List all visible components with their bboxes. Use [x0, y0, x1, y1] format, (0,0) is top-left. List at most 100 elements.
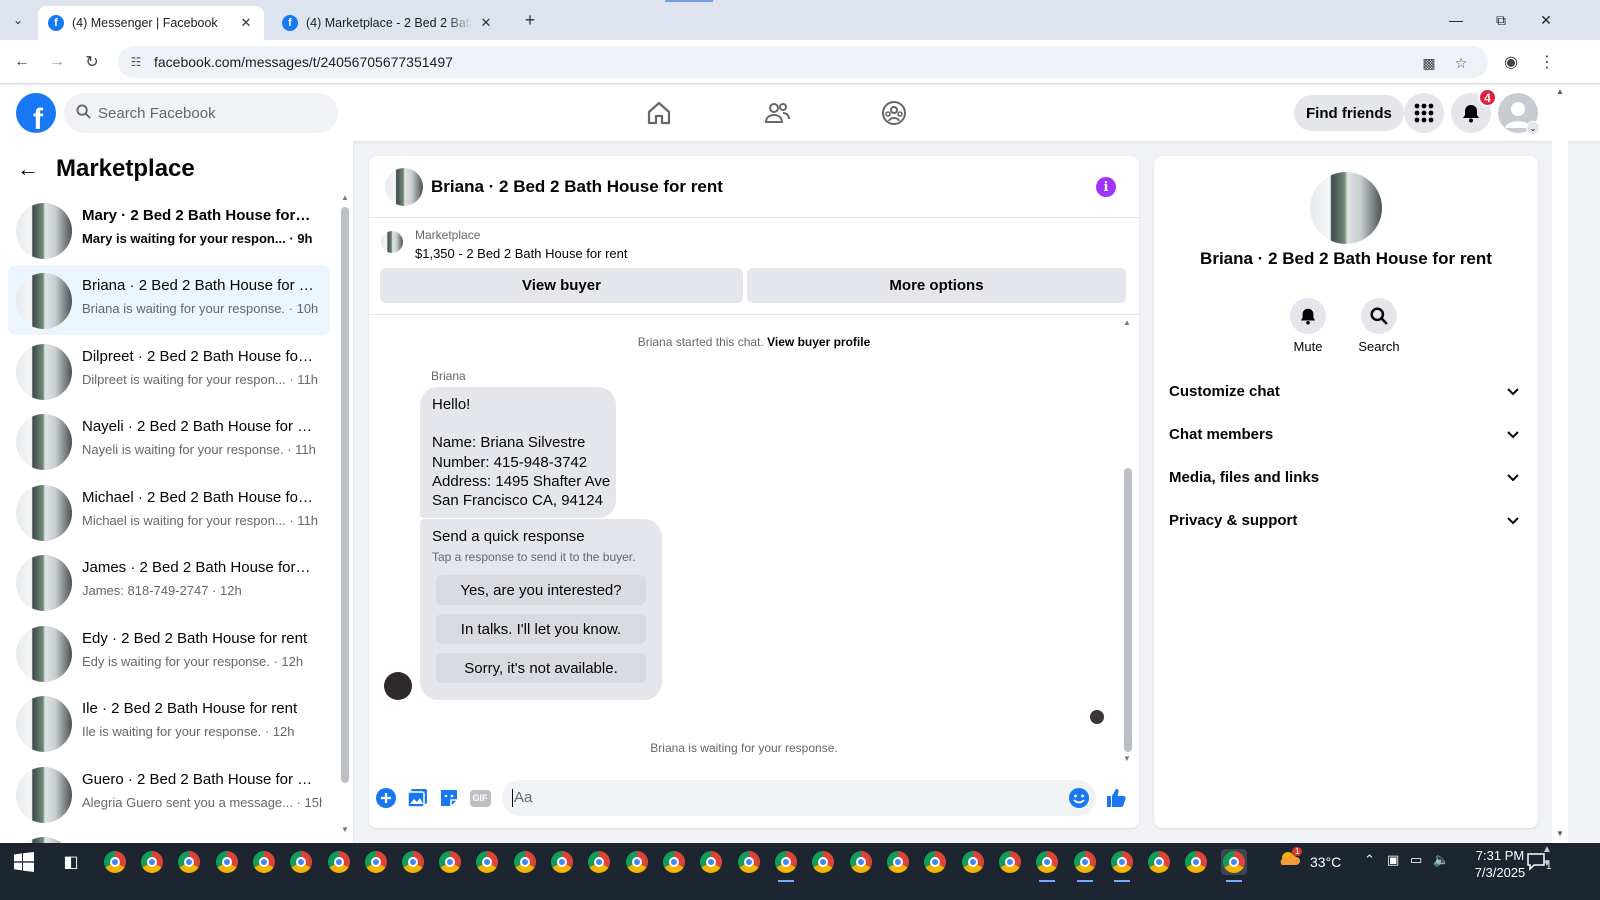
chat-title[interactable]: Briana · 2 Bed 2 Bath House for rent	[431, 177, 723, 197]
find-friends-button[interactable]: Find friends	[1294, 95, 1404, 131]
chrome-taskbar-icon[interactable]	[400, 849, 426, 875]
scroll-down-arrow-icon[interactable]: ▼	[1123, 754, 1131, 763]
groups-icon[interactable]	[880, 99, 908, 127]
search-in-conversation-button[interactable]: Search	[1349, 298, 1409, 354]
more-options-button[interactable]: More options	[747, 268, 1126, 303]
message-input[interactable]: Aa	[502, 780, 1096, 816]
chrome-taskbar-icon[interactable]	[960, 849, 986, 875]
conversation-item[interactable]: Briana · 2 Bed 2 Bath House for rent Bria…	[8, 265, 330, 335]
task-view-icon[interactable]: ◧	[61, 852, 81, 872]
site-info-icon[interactable]: ☷	[128, 54, 144, 70]
network-icon[interactable]: ▭	[1410, 852, 1422, 868]
conversation-item[interactable]: Michael · 2 Bed 2 Bath House for rent Mic…	[8, 477, 330, 547]
conversation-list-scrollbar[interactable]: ▲ ▼	[341, 193, 349, 834]
chrome-taskbar-icon[interactable]	[326, 849, 352, 875]
chrome-taskbar-icon[interactable]	[736, 849, 762, 875]
facebook-logo-icon[interactable]: f	[16, 93, 56, 133]
chat-scrollbar[interactable]: ▲ ▼	[1123, 318, 1133, 764]
chrome-taskbar-icon[interactable]	[624, 849, 650, 875]
chrome-taskbar-icon[interactable]	[586, 849, 612, 875]
chrome-taskbar-icon[interactable]	[661, 849, 687, 875]
scroll-up-arrow-icon[interactable]: ▲	[1556, 87, 1564, 96]
chrome-taskbar-icon[interactable]	[549, 849, 575, 875]
listing-avatar[interactable]	[1310, 172, 1382, 244]
menu-grid-icon[interactable]	[1404, 93, 1444, 133]
message-bubble[interactable]: Hello! Name: Briana Silvestre Number: 41…	[420, 387, 616, 519]
conversation-item[interactable]: Nayeli · 2 Bed 2 Bath House for rent Naye…	[8, 406, 330, 476]
chrome-taskbar-icon[interactable]	[1072, 849, 1098, 882]
bookmark-star-icon[interactable]: ☆	[1452, 54, 1470, 72]
conversation-item[interactable]: Nelson · 2 Bed 2 Bath House for rent	[8, 829, 330, 843]
tab-search-dropdown-icon[interactable]: ⌄	[6, 8, 30, 32]
chrome-taskbar-icon[interactable]	[997, 849, 1023, 875]
home-icon[interactable]	[645, 99, 673, 127]
chrome-taskbar-icon[interactable]	[214, 849, 240, 875]
listing-price-title[interactable]: $1,350 - 2 Bed 2 Bath House for rent	[415, 246, 627, 261]
conversation-item[interactable]: James · 2 Bed 2 Bath House for rent James…	[8, 547, 330, 617]
address-bar[interactable]: ☷ facebook.com/messages/t/24056705677351…	[118, 46, 1488, 78]
scroll-up-arrow-icon[interactable]: ▲	[341, 193, 349, 202]
quick-response-in-talks-button[interactable]: In talks. I'll let you know.	[436, 614, 646, 644]
photo-icon[interactable]	[407, 787, 429, 809]
chrome-taskbar-icon[interactable]	[698, 849, 724, 875]
meet-now-icon[interactable]: ▣	[1387, 852, 1399, 868]
chrome-taskbar-icon[interactable]	[1109, 849, 1135, 882]
chrome-taskbar-icon[interactable]	[363, 849, 389, 875]
chrome-taskbar-icon[interactable]	[922, 849, 948, 875]
conversation-item[interactable]: Edy · 2 Bed 2 Bath House for rent Edy is …	[8, 618, 330, 688]
restore-window-icon[interactable]: ⧉	[1478, 0, 1524, 40]
chrome-taskbar-icon[interactable]	[288, 849, 314, 875]
sender-avatar[interactable]	[384, 672, 412, 700]
chrome-taskbar-icon[interactable]	[176, 849, 202, 875]
thumbs-up-icon[interactable]	[1105, 787, 1127, 809]
plus-circle-icon[interactable]	[375, 787, 397, 809]
gif-icon[interactable]: GIF	[469, 787, 491, 809]
profile-icon[interactable]: ◉	[1499, 50, 1523, 74]
minimize-window-icon[interactable]: —	[1433, 0, 1479, 40]
scrollbar-thumb[interactable]	[341, 207, 349, 783]
conversation-item[interactable]: Ile · 2 Bed 2 Bath House for rent Ile is …	[8, 688, 330, 758]
temperature[interactable]: 33°C	[1310, 854, 1341, 870]
scroll-down-arrow-icon[interactable]: ▼	[1556, 829, 1564, 838]
account-avatar[interactable]: ⌄	[1498, 93, 1540, 135]
scrollbar-thumb[interactable]	[1124, 468, 1132, 752]
view-buyer-button[interactable]: View buyer	[380, 268, 743, 303]
reload-icon[interactable]: ↻	[80, 50, 104, 74]
quick-response-interested-button[interactable]: Yes, are you interested?	[436, 575, 646, 605]
tab-marketplace[interactable]: f (4) Marketplace - 2 Bed 2 Bath ✕	[272, 6, 504, 40]
sticker-icon[interactable]	[438, 787, 460, 809]
page-scrollbar[interactable]: ▲ ▼	[1552, 85, 1568, 843]
chrome-taskbar-icon[interactable]	[139, 849, 165, 875]
chrome-taskbar-icon[interactable]	[1221, 849, 1247, 882]
customize-chat-row[interactable]: Customize chat	[1154, 370, 1538, 413]
new-tab-plus-icon[interactable]: +	[518, 8, 542, 32]
chrome-taskbar-icon[interactable]	[1146, 849, 1172, 875]
emoji-icon[interactable]	[1068, 787, 1090, 814]
privacy-support-row[interactable]: Privacy & support	[1154, 499, 1538, 542]
scroll-down-arrow-icon[interactable]: ▼	[341, 825, 349, 834]
close-tab-icon[interactable]: ✕	[238, 15, 254, 31]
friends-icon[interactable]	[763, 99, 791, 127]
mute-button[interactable]: Mute	[1278, 298, 1338, 354]
chrome-taskbar-icon[interactable]	[885, 849, 911, 875]
volume-icon[interactable]: 🔈	[1433, 852, 1449, 868]
scroll-up-arrow-icon[interactable]: ▲	[1123, 318, 1131, 327]
chrome-taskbar-icon[interactable]	[474, 849, 500, 875]
chrome-taskbar-icon[interactable]	[102, 849, 128, 875]
chrome-taskbar-icon[interactable]	[251, 849, 277, 875]
close-tab-icon[interactable]: ✕	[478, 15, 494, 31]
chrome-taskbar-icon[interactable]	[1183, 849, 1209, 875]
conversation-item[interactable]: Guero · 2 Bed 2 Bath House for rent Alegr…	[8, 759, 330, 829]
facebook-search-input[interactable]: Search Facebook	[64, 93, 338, 133]
listing-thumbnail[interactable]	[385, 168, 423, 206]
quick-response-not-available-button[interactable]: Sorry, it's not available.	[436, 653, 646, 683]
back-arrow-icon[interactable]: ←	[16, 156, 40, 182]
close-window-icon[interactable]: ✕	[1523, 0, 1569, 40]
weather-icon[interactable]: 1	[1278, 847, 1303, 874]
tab-messenger[interactable]: f (4) Messenger | Facebook ✕	[38, 6, 264, 40]
conversation-item[interactable]: Dilpreet · 2 Bed 2 Bath House for rent Di…	[8, 336, 330, 406]
chrome-taskbar-icon[interactable]	[512, 849, 538, 875]
chrome-taskbar-icon[interactable]	[848, 849, 874, 875]
conversation-item[interactable]: Mary · 2 Bed 2 Bath House for rent Mary i…	[8, 195, 330, 265]
chat-members-row[interactable]: Chat members	[1154, 413, 1538, 456]
